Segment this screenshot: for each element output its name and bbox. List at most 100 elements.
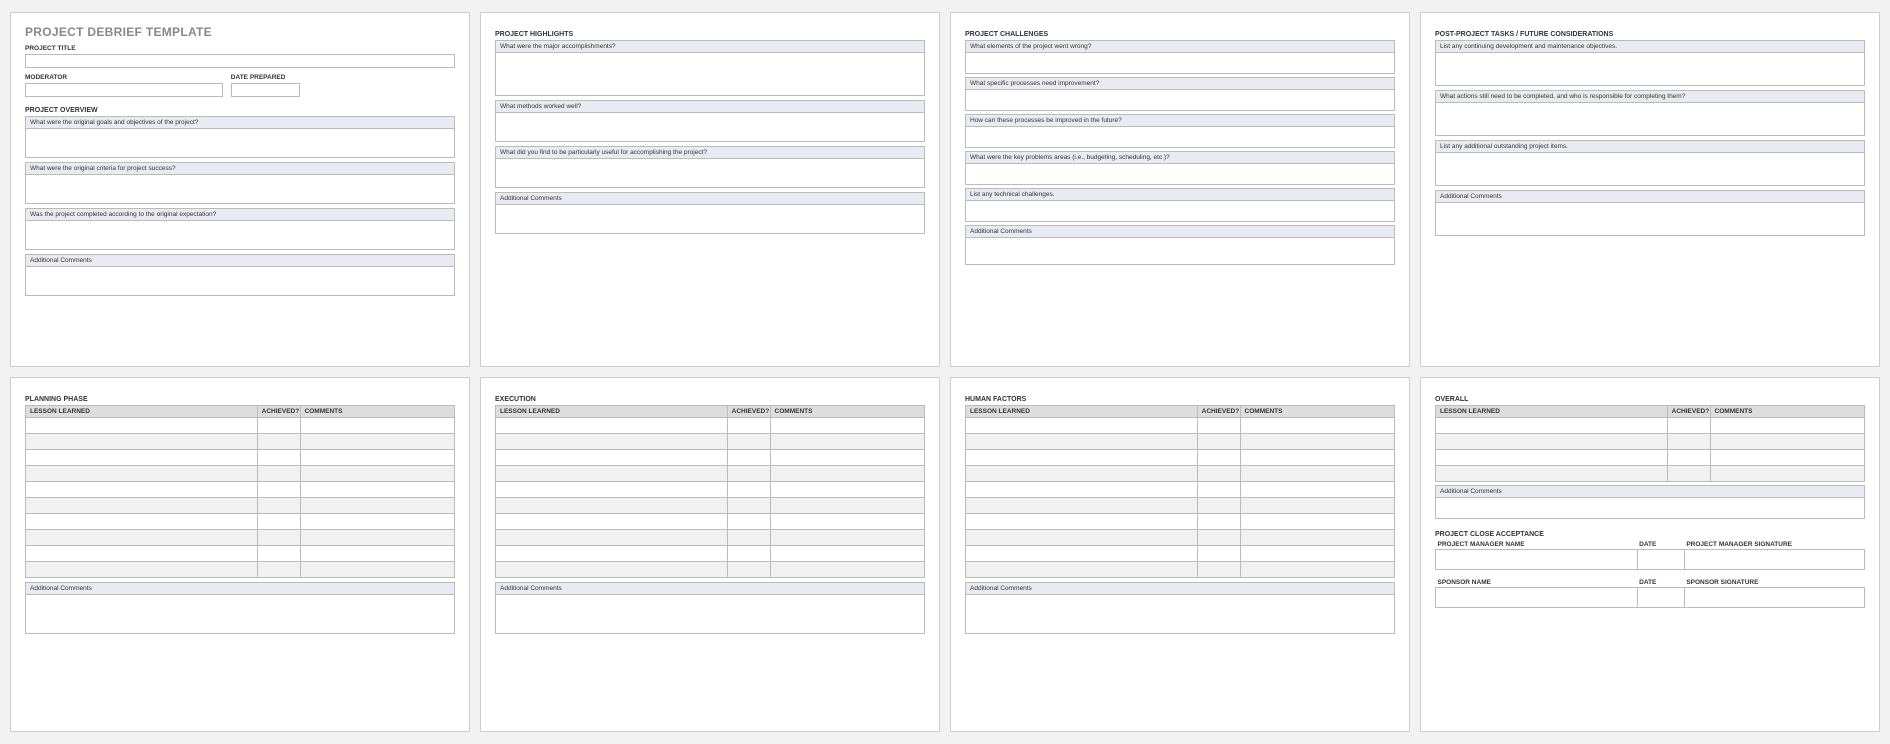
highlights-q2: What methods worked well? xyxy=(495,100,925,112)
pm-name-input[interactable] xyxy=(1436,550,1638,570)
table-row[interactable] xyxy=(496,514,925,530)
table-row[interactable] xyxy=(1436,450,1865,466)
challenges-title: PROJECT CHALLENGES xyxy=(965,31,1395,38)
sp-sig-input[interactable] xyxy=(1684,588,1864,608)
page-4: POST-PROJECT TASKS / FUTURE CONSIDERATIO… xyxy=(1420,12,1880,367)
table-row[interactable] xyxy=(496,450,925,466)
overview-q2: What were the original criteria for proj… xyxy=(25,162,455,174)
sp-name-input[interactable] xyxy=(1436,588,1638,608)
post-addl-label: Additional Comments xyxy=(1435,190,1865,202)
table-row[interactable] xyxy=(966,546,1395,562)
table-row[interactable] xyxy=(966,418,1395,434)
table-row[interactable] xyxy=(1436,434,1865,450)
human-addl-input[interactable] xyxy=(965,594,1395,634)
post-q3: List any additional outstanding project … xyxy=(1435,140,1865,152)
overall-addl-input[interactable] xyxy=(1435,497,1865,519)
th-lesson: LESSON LEARNED xyxy=(966,406,1198,418)
post-title: POST-PROJECT TASKS / FUTURE CONSIDERATIO… xyxy=(1435,31,1865,38)
table-row[interactable] xyxy=(966,482,1395,498)
moderator-label: MODERATOR xyxy=(25,74,223,81)
sp-date-input[interactable] xyxy=(1637,588,1684,608)
table-row[interactable] xyxy=(26,546,455,562)
table-row[interactable] xyxy=(26,434,455,450)
th-comments: COMMENTS xyxy=(1710,406,1864,418)
th-lesson: LESSON LEARNED xyxy=(26,406,258,418)
table-row[interactable] xyxy=(496,482,925,498)
table-row[interactable] xyxy=(1436,418,1865,434)
challenges-q3: How can these processes be improved in t… xyxy=(965,114,1395,126)
highlights-addl-input[interactable] xyxy=(495,204,925,234)
challenges-addl-input[interactable] xyxy=(965,237,1395,265)
sp-date-label: DATE xyxy=(1637,578,1684,588)
th-achieved: ACHIEVED? xyxy=(727,406,770,418)
challenges-a4[interactable] xyxy=(965,163,1395,185)
pm-name-label: PROJECT MANAGER NAME xyxy=(1436,540,1638,550)
table-row[interactable] xyxy=(26,530,455,546)
project-title-input[interactable] xyxy=(25,54,455,68)
planning-table: LESSON LEARNED ACHIEVED? COMMENTS xyxy=(25,405,455,578)
post-addl-input[interactable] xyxy=(1435,202,1865,236)
table-row[interactable] xyxy=(966,434,1395,450)
template-canvas: PROJECT DEBRIEF TEMPLATE PROJECT TITLE M… xyxy=(0,0,1890,744)
table-row[interactable] xyxy=(966,514,1395,530)
overview-addl-input[interactable] xyxy=(25,266,455,296)
table-row[interactable] xyxy=(966,498,1395,514)
table-row[interactable] xyxy=(496,530,925,546)
th-achieved: ACHIEVED? xyxy=(257,406,300,418)
highlights-q1: What were the major accomplishments? xyxy=(495,40,925,52)
table-row[interactable] xyxy=(26,418,455,434)
challenges-a2[interactable] xyxy=(965,89,1395,111)
th-comments: COMMENTS xyxy=(770,406,924,418)
table-row[interactable] xyxy=(26,498,455,514)
pm-date-input[interactable] xyxy=(1637,550,1684,570)
post-a3[interactable] xyxy=(1435,152,1865,186)
challenges-a3[interactable] xyxy=(965,126,1395,148)
table-row[interactable] xyxy=(966,466,1395,482)
table-row[interactable] xyxy=(26,482,455,498)
challenges-q1: What elements of the project went wrong? xyxy=(965,40,1395,52)
table-row[interactable] xyxy=(966,450,1395,466)
table-row[interactable] xyxy=(496,562,925,578)
execution-addl-label: Additional Comments xyxy=(495,582,925,594)
table-row[interactable] xyxy=(26,466,455,482)
overview-a3[interactable] xyxy=(25,220,455,250)
table-row[interactable] xyxy=(966,562,1395,578)
overall-title: OVERALL xyxy=(1435,396,1865,403)
table-row[interactable] xyxy=(496,434,925,450)
table-row[interactable] xyxy=(26,562,455,578)
table-row[interactable] xyxy=(496,466,925,482)
overview-a1[interactable] xyxy=(25,128,455,158)
table-row[interactable] xyxy=(26,450,455,466)
page-7: HUMAN FACTORS LESSON LEARNED ACHIEVED? C… xyxy=(950,377,1410,732)
challenges-q5: List any technical challenges. xyxy=(965,188,1395,200)
date-prepared-label: DATE PREPARED xyxy=(231,74,300,81)
table-row[interactable] xyxy=(26,514,455,530)
table-row[interactable] xyxy=(496,546,925,562)
challenges-a1[interactable] xyxy=(965,52,1395,74)
planning-addl-label: Additional Comments xyxy=(25,582,455,594)
date-prepared-input[interactable] xyxy=(231,83,300,97)
table-row[interactable] xyxy=(496,498,925,514)
challenges-a5[interactable] xyxy=(965,200,1395,222)
th-achieved: ACHIEVED? xyxy=(1667,406,1710,418)
th-lesson: LESSON LEARNED xyxy=(1436,406,1668,418)
table-row[interactable] xyxy=(966,530,1395,546)
page-2: PROJECT HIGHLIGHTS What were the major a… xyxy=(480,12,940,367)
highlights-a3[interactable] xyxy=(495,158,925,188)
moderator-input[interactable] xyxy=(25,83,223,97)
execution-addl-input[interactable] xyxy=(495,594,925,634)
human-title: HUMAN FACTORS xyxy=(965,396,1395,403)
table-row[interactable] xyxy=(496,418,925,434)
overview-title: PROJECT OVERVIEW xyxy=(25,107,455,114)
overview-a2[interactable] xyxy=(25,174,455,204)
table-row[interactable] xyxy=(1436,466,1865,482)
highlights-a2[interactable] xyxy=(495,112,925,142)
page-1: PROJECT DEBRIEF TEMPLATE PROJECT TITLE M… xyxy=(10,12,470,367)
post-a2[interactable] xyxy=(1435,102,1865,136)
th-comments: COMMENTS xyxy=(300,406,454,418)
pm-sig-input[interactable] xyxy=(1684,550,1864,570)
planning-addl-input[interactable] xyxy=(25,594,455,634)
post-a1[interactable] xyxy=(1435,52,1865,86)
highlights-a1[interactable] xyxy=(495,52,925,96)
planning-title: PLANNING PHASE xyxy=(25,396,455,403)
